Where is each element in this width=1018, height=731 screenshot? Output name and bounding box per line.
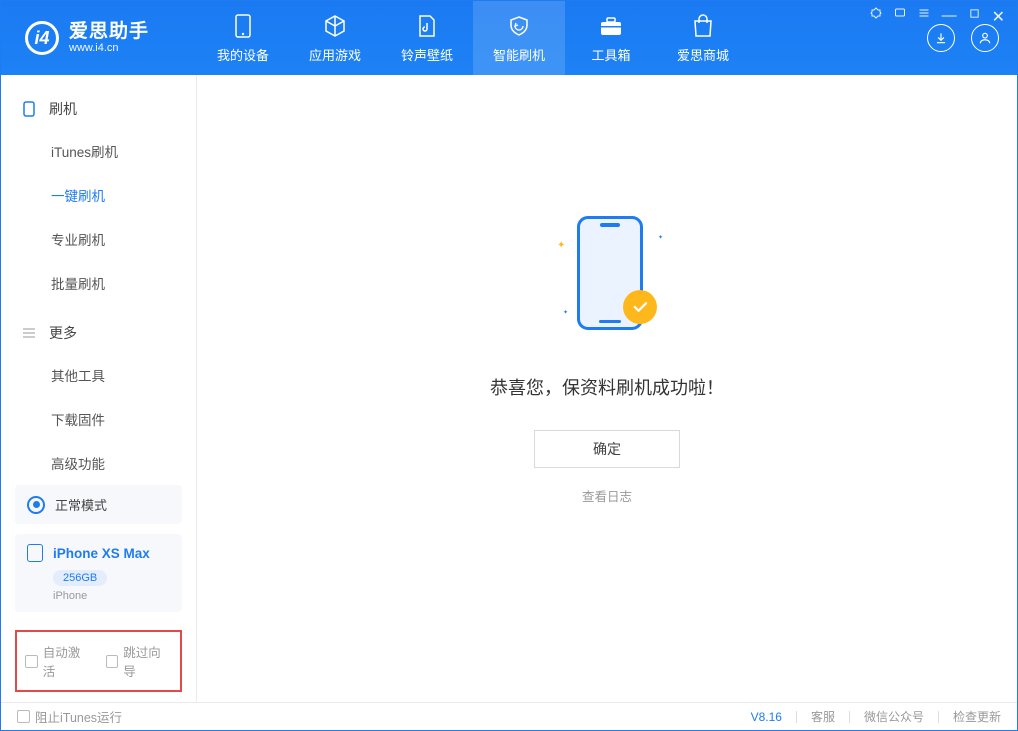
- sidebar-section-more: 更多: [1, 313, 196, 353]
- body: 刷机 iTunes刷机 一键刷机 专业刷机 批量刷机 更多 其他工具 下载固件 …: [1, 75, 1017, 702]
- success-illustration: ✦ ✦ ✦: [547, 212, 667, 342]
- feedback-icon[interactable]: [894, 7, 906, 27]
- skin-icon[interactable]: [870, 7, 882, 27]
- divider: [849, 711, 850, 723]
- main-content: ✦ ✦ ✦ 恭喜您，保资料刷机成功啦！ 确定 查看日志: [197, 75, 1017, 702]
- check-badge-icon: [623, 290, 657, 324]
- app-title: 爱思助手: [69, 22, 149, 43]
- sidebar-item-download-fw[interactable]: 下载固件: [1, 397, 196, 441]
- tab-label: 工具箱: [591, 45, 630, 64]
- sidebar-section-flash: 刷机: [1, 89, 196, 129]
- checkbox-label: 跳过向导: [123, 642, 172, 680]
- close-button[interactable]: ✕: [992, 7, 1005, 27]
- tab-label: 铃声壁纸: [401, 45, 453, 64]
- tab-label: 我的设备: [217, 45, 269, 64]
- checkbox-box: [25, 655, 38, 668]
- tab-apps[interactable]: 应用游戏: [289, 1, 381, 75]
- device-name: iPhone XS Max: [53, 546, 150, 561]
- tab-toolbox[interactable]: 工具箱: [565, 1, 657, 75]
- section-title: 刷机: [49, 99, 77, 119]
- checkbox-box: [17, 710, 30, 723]
- ok-button[interactable]: 确定: [534, 430, 680, 468]
- device-type: iPhone: [53, 590, 170, 602]
- device-icon: [230, 13, 256, 39]
- sidebar-item-advanced[interactable]: 高级功能: [1, 441, 196, 485]
- tab-label: 智能刷机: [493, 45, 545, 64]
- highlighted-checkbox-row: 自动激活 跳过向导: [15, 630, 182, 692]
- footer: 阻止iTunes运行 V8.16 客服 微信公众号 检查更新: [1, 702, 1017, 730]
- user-button[interactable]: [971, 24, 999, 52]
- list-icon: [21, 325, 37, 341]
- tab-label: 爱思商城: [677, 45, 729, 64]
- update-link[interactable]: 检查更新: [953, 708, 1001, 725]
- device-icon: [27, 544, 43, 562]
- tab-label: 应用游戏: [309, 45, 361, 64]
- tab-my-device[interactable]: 我的设备: [197, 1, 289, 75]
- checkbox-block-itunes[interactable]: 阻止iTunes运行: [17, 707, 122, 726]
- sparkle-icon: ✦: [557, 240, 565, 251]
- checkbox-label: 自动激活: [43, 642, 92, 680]
- refresh-shield-icon: [506, 13, 532, 39]
- tab-store[interactable]: 爱思商城: [657, 1, 749, 75]
- logo: i4 爱思助手 www.i4.cn: [1, 21, 197, 55]
- header-right: [927, 24, 1017, 52]
- mode-label: 正常模式: [55, 495, 107, 514]
- section-title: 更多: [49, 323, 77, 343]
- sidebar-item-oneclick-flash[interactable]: 一键刷机: [1, 173, 196, 217]
- wechat-link[interactable]: 微信公众号: [864, 708, 924, 725]
- tab-ringtones[interactable]: 铃声壁纸: [381, 1, 473, 75]
- header: i4 爱思助手 www.i4.cn 我的设备 应用游戏 铃声壁纸 智能刷机 工具…: [1, 1, 1017, 75]
- mode-card[interactable]: 正常模式: [15, 485, 182, 524]
- maximize-button[interactable]: [969, 7, 980, 27]
- view-log-link[interactable]: 查看日志: [582, 486, 632, 505]
- support-link[interactable]: 客服: [811, 708, 835, 725]
- nav-tabs: 我的设备 应用游戏 铃声壁纸 智能刷机 工具箱 爱思商城: [197, 1, 927, 75]
- divider: [796, 711, 797, 723]
- sidebar-item-batch-flash[interactable]: 批量刷机: [1, 261, 196, 305]
- sparkle-icon: ✦: [563, 309, 568, 316]
- checkbox-box: [106, 655, 119, 668]
- device-card[interactable]: iPhone XS Max 256GB iPhone: [15, 534, 182, 612]
- sidebar-item-other-tools[interactable]: 其他工具: [1, 353, 196, 397]
- sidebar-item-pro-flash[interactable]: 专业刷机: [1, 217, 196, 261]
- download-button[interactable]: [927, 24, 955, 52]
- cube-icon: [322, 13, 348, 39]
- menu-icon[interactable]: [918, 7, 930, 27]
- checkbox-skip-wizard[interactable]: 跳过向导: [106, 642, 173, 680]
- logo-icon: i4: [25, 21, 59, 55]
- divider: [938, 711, 939, 723]
- sidebar: 刷机 iTunes刷机 一键刷机 专业刷机 批量刷机 更多 其他工具 下载固件 …: [1, 75, 197, 702]
- version-label: V8.16: [751, 710, 782, 724]
- checkbox-label: 阻止iTunes运行: [35, 707, 122, 726]
- checkbox-auto-activate[interactable]: 自动激活: [25, 642, 92, 680]
- mode-icon: [27, 496, 45, 514]
- app-subtitle: www.i4.cn: [69, 42, 149, 54]
- minimize-button[interactable]: —: [942, 7, 957, 27]
- device-capacity: 256GB: [53, 570, 107, 586]
- sidebar-item-itunes-flash[interactable]: iTunes刷机: [1, 129, 196, 173]
- music-file-icon: [414, 13, 440, 39]
- bag-icon: [690, 13, 716, 39]
- success-message: 恭喜您，保资料刷机成功啦！: [490, 374, 724, 400]
- phone-icon: [21, 101, 37, 117]
- sparkle-icon: ✦: [658, 234, 663, 241]
- window-controls: — ✕: [870, 7, 1005, 27]
- toolbox-icon: [598, 13, 624, 39]
- tab-flash[interactable]: 智能刷机: [473, 1, 565, 75]
